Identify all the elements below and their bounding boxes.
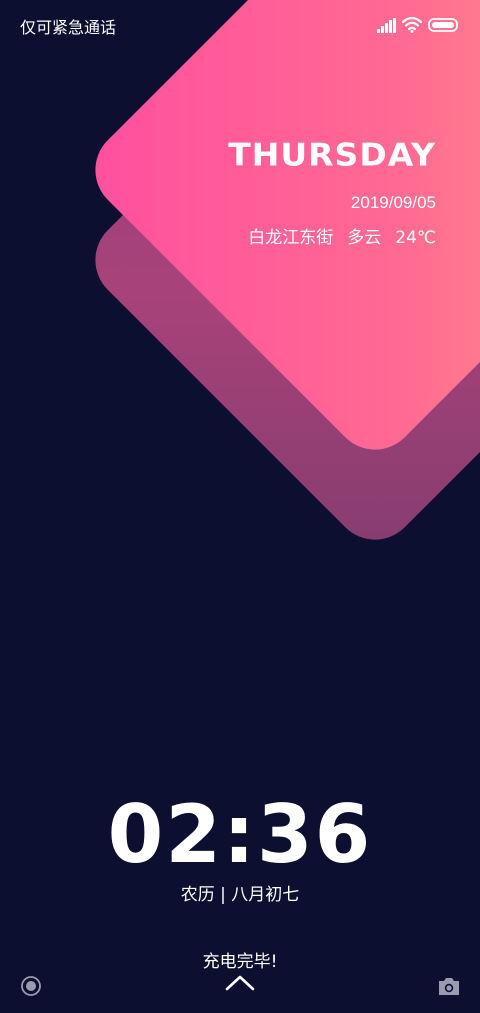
- record-icon[interactable]: [20, 975, 42, 997]
- status-bar: 仅可紧急通话: [0, 0, 480, 52]
- weather-line: 白龙江东街 多云 24℃: [248, 223, 436, 248]
- weather-temperature: 24℃: [395, 228, 436, 248]
- chevron-up-icon[interactable]: [224, 974, 256, 992]
- lunar-date: 农历 | 八月初七: [180, 885, 300, 905]
- camera-icon[interactable]: [437, 975, 461, 997]
- carrier-status-text: 仅可紧急通话: [20, 18, 117, 37]
- day-of-week: THURSDAY: [228, 136, 436, 174]
- charge-status: 充电完毕!: [202, 952, 278, 972]
- lock-screen: 仅可紧急通话 THURSDAY 2019/09/05 白龙江东街 多云 24℃ 02…: [0, 0, 480, 1013]
- signal-icon: [377, 18, 396, 33]
- weather-condition: 多云: [347, 228, 382, 248]
- battery-icon: [428, 18, 458, 32]
- date-text: 2019/09/05: [350, 193, 436, 212]
- clock-time: 02:36: [107, 788, 373, 881]
- wifi-icon: [402, 16, 422, 33]
- weather-location: 白龙江东街: [248, 228, 334, 248]
